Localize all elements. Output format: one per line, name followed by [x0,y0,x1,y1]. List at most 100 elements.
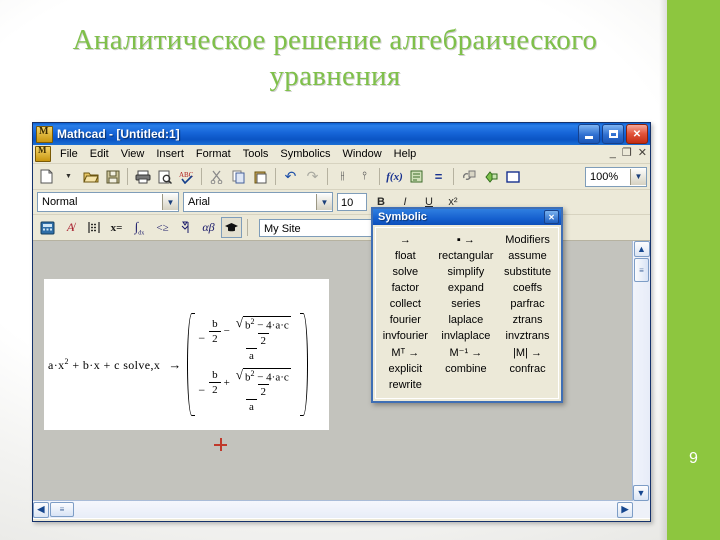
palette-key-rectangular[interactable]: rectangular [433,248,499,264]
palette-key-ztrans[interactable]: ztrans [499,312,556,328]
root-1-radicand: b2 − 4·a·c [242,316,291,332]
scroll-up-button[interactable]: ▲ [633,241,650,257]
mdi-close-button[interactable]: ✕ [638,146,647,160]
font-size-value[interactable]: 10 [337,193,367,211]
align-across-button[interactable]: ⫲ [332,166,353,187]
menu-item-help[interactable]: Help [388,147,423,161]
toolbar-separator [327,168,328,185]
greek-palette-button[interactable]: αβ [198,217,219,238]
palette-key-factor[interactable]: factor [378,280,433,296]
horizontal-scroll-thumb[interactable]: ≡ [50,502,74,517]
graph-palette-button[interactable]: A̸ [60,217,81,238]
palette-key-solve[interactable]: solve [378,264,433,280]
redo-button[interactable]: ↷ [302,166,323,187]
menu-item-edit[interactable]: Edit [84,147,115,161]
palette-key-assume[interactable]: assume [499,248,556,264]
matrix-palette-button[interactable] [83,217,104,238]
standard-toolbar: ▼ ABC ↶ ↷ ⫲ ⫯ f(x) = 100% ▼ [33,164,650,190]
insert-hyperlink-button[interactable] [458,166,479,187]
undo-button[interactable]: ↶ [280,166,301,187]
scroll-right-button[interactable]: ▶ [617,501,633,518]
palette-key-invztrans[interactable]: invztrans [499,328,556,344]
palette-key-inverse[interactable]: M⁻¹ → [433,344,499,361]
chevron-down-icon[interactable]: ▼ [162,194,178,210]
maximize-button[interactable] [602,124,624,144]
paste-button[interactable] [250,166,271,187]
spell-check-button[interactable]: ABC [176,166,197,187]
programming-palette-button[interactable] [175,217,196,238]
print-preview-button[interactable] [154,166,175,187]
root-2: − b 2 + √ b2 − 4·a·c 2 a [198,367,296,413]
calculate-button[interactable]: = [428,166,449,187]
palette-key-expand[interactable]: expand [433,280,499,296]
palette-key-invfourier[interactable]: invfourier [378,328,433,344]
symbolic-palette-titlebar: Symbolic ✕ [373,209,561,225]
insert-unit-button[interactable] [406,166,427,187]
palette-key-float[interactable]: float [378,248,433,264]
insert-component-button[interactable] [480,166,501,187]
evaluation-palette-button[interactable]: x= [106,217,127,238]
horizontal-scrollbar[interactable]: ◀ ≡ ▶ [33,500,633,518]
palette-key-collect[interactable]: collect [378,296,433,312]
symbolic-palette-button[interactable] [221,217,242,238]
menu-item-window[interactable]: Window [337,147,388,161]
chevron-down-icon[interactable]: ▼ [630,168,646,185]
chevron-down-icon[interactable]: ▼ [316,194,332,210]
save-button[interactable] [102,166,123,187]
palette-key-laplace[interactable]: laplace [433,312,499,328]
palette-key-parfrac[interactable]: parfrac [499,296,556,312]
result-vector: − b 2 − √ b2 − 4·a·c 2 a − b 2 + √ b2 − … [187,313,308,417]
new-dropdown-button[interactable]: ▼ [58,166,79,187]
open-button[interactable] [80,166,101,187]
palette-key-simplify[interactable]: simplify [433,264,499,280]
close-button[interactable]: ✕ [626,124,648,144]
boolean-palette-button[interactable]: <≥ [152,217,173,238]
cut-button[interactable] [206,166,227,187]
insert-area-button[interactable] [502,166,523,187]
align-down-button[interactable]: ⫯ [354,166,375,187]
font-combo[interactable]: Arial ▼ [183,192,333,212]
palette-key-determinant[interactable]: |M| → [499,344,556,361]
print-button[interactable] [132,166,153,187]
vertical-scrollbar[interactable]: ▲ ≡ ▼ [632,241,650,501]
scroll-left-button[interactable]: ◀ [33,501,49,518]
palette-key-combine[interactable]: combine [433,361,499,377]
palette-key-symbolic-keyword-eval[interactable]: ▪ → [433,232,499,248]
toolbar-separator [127,168,128,185]
new-document-button[interactable] [36,166,57,187]
palette-key-symbolic-eval[interactable]: → [378,232,433,248]
zoom-combo[interactable]: 100% ▼ [585,166,647,187]
palette-key-series[interactable]: series [433,296,499,312]
palette-key-fourier[interactable]: fourier [378,312,433,328]
palette-key-invlaplace[interactable]: invlaplace [433,328,499,344]
vertical-scroll-thumb[interactable]: ≡ [634,258,649,282]
root-2-disc-over-2: √ b2 − 4·a·c 2 [233,367,294,398]
palette-key-transpose[interactable]: Mᵀ → [378,344,433,361]
calculator-palette-button[interactable] [37,217,58,238]
palette-key-substitute[interactable]: substitute [499,264,556,280]
symbolic-palette-close-button[interactable]: ✕ [544,210,559,224]
menu-item-insert[interactable]: Insert [150,147,190,161]
palette-key-rewrite[interactable]: rewrite [378,377,433,393]
calculus-palette-button[interactable]: ∫dx [129,217,150,238]
palette-key-coeffs[interactable]: coeffs [499,280,556,296]
root-1: − b 2 − √ b2 − 4·a·c 2 a [198,316,296,362]
copy-button[interactable] [228,166,249,187]
symbolic-palette-window: Symbolic ✕ → ▪ → Modifiers float rectang… [371,207,563,403]
scroll-down-button[interactable]: ▼ [633,485,649,501]
insert-function-button[interactable]: f(x) [384,166,405,187]
palette-key-modifiers[interactable]: Modifiers [499,232,556,248]
mdi-minimize-button[interactable]: _ [610,146,616,160]
math-region[interactable]: a·x2 + b·x + c solve,x → − b 2 − √ b2 − … [44,279,329,430]
menu-item-tools[interactable]: Tools [237,147,275,161]
lhs-rest: + b·x + c solve,x [68,357,161,372]
mdi-restore-button[interactable]: ❐ [622,146,632,160]
menu-item-format[interactable]: Format [190,147,237,161]
palette-key-explicit[interactable]: explicit [378,361,433,377]
menu-item-view[interactable]: View [115,147,151,161]
menu-item-symbolics[interactable]: Symbolics [274,147,336,161]
palette-key-confrac[interactable]: confrac [499,361,556,377]
minimize-button[interactable] [578,124,600,144]
style-combo[interactable]: Normal ▼ [37,192,179,212]
menu-item-file[interactable]: File [54,147,84,161]
